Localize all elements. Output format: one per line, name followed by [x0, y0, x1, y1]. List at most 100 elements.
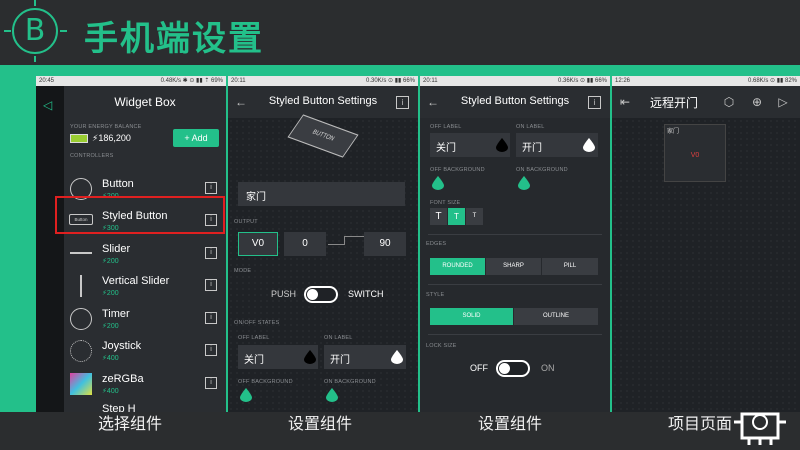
status-bar: 20:11 0.36K/s ⊙ ▮▮ 66% [420, 76, 610, 86]
app-bar: ← Styled Button Settings i [228, 86, 418, 118]
style-outline[interactable]: OUTLINE [514, 308, 598, 325]
font-size-small[interactable]: T [466, 208, 483, 225]
balance-value: 186,200 [98, 133, 131, 143]
info-icon[interactable]: i [205, 279, 217, 291]
styled-button-widget[interactable]: 家门 V0 [664, 124, 726, 182]
widget-name: Button [102, 178, 134, 190]
on-background-color-icon[interactable] [326, 388, 338, 402]
off-label-title: OFF LABEL [238, 335, 270, 341]
on-text-color-icon[interactable] [583, 138, 595, 152]
off-text-color-icon[interactable] [304, 350, 316, 364]
widget-slider[interactable]: Slider ⚡200 i [64, 239, 226, 271]
widget-price: ⚡200 [102, 258, 119, 265]
logo-tick [34, 0, 36, 6]
play-icon[interactable]: ▷ [776, 96, 790, 110]
widget-name: Slider [102, 243, 131, 255]
timer-icon [70, 308, 92, 330]
off-background-color-icon[interactable] [240, 388, 252, 402]
edges-rounded[interactable]: ROUNDED [430, 258, 485, 275]
on-label-title: ON LABEL [324, 335, 353, 341]
range-line [344, 236, 345, 245]
push-label: PUSH [271, 289, 297, 299]
status-indicators: 0.30K/s ⊙ ▮▮ 66% [366, 78, 415, 84]
toggle-knob [499, 363, 510, 374]
joystick-icon [70, 340, 92, 362]
style-solid[interactable]: SOLID [430, 308, 513, 325]
widget-timer[interactable]: Timer ⚡200 i [64, 304, 226, 336]
widget-label: 家门 [667, 129, 680, 135]
off-text-color-icon[interactable] [496, 138, 508, 152]
slide-header: B 手机端设置 [0, 0, 800, 62]
status-indicators: 0.48K/s ✱ ⊙ ▮▮ ⇡ 69% [160, 78, 223, 84]
back-icon[interactable]: ◁ [43, 98, 52, 112]
widget-zergba[interactable]: zeRGBa ⚡400 i [64, 369, 226, 401]
switch-label: SWITCH [348, 289, 384, 299]
logo-tick [34, 56, 36, 62]
caption-setup-1: 设置组件 [288, 414, 353, 433]
mode-toggle[interactable] [304, 286, 338, 303]
project-title: 远程开门 [650, 96, 699, 110]
output-low-input[interactable]: 0 [284, 232, 326, 256]
settings-gear-icon[interactable]: ⬡ [722, 96, 736, 110]
slider-icon [70, 252, 92, 254]
lock-on-label: ON [541, 363, 555, 373]
screen-title: Widget Box [114, 95, 176, 109]
app-bar: Widget Box [64, 86, 226, 118]
screen-title: Styled Button Settings [268, 95, 378, 107]
status-time: 20:11 [231, 78, 246, 84]
exit-icon[interactable]: ⇤ [618, 96, 632, 110]
info-icon[interactable]: i [205, 182, 217, 194]
info-icon[interactable]: i [205, 247, 217, 259]
screen-title: Styled Button Settings [460, 95, 570, 107]
off-background-color-icon[interactable] [432, 176, 444, 190]
info-icon[interactable]: i [205, 344, 217, 356]
logo-tick [4, 30, 11, 32]
widget-vertical-slider[interactable]: Vertical Slider ⚡200 i [64, 271, 226, 303]
section-divider [428, 334, 602, 335]
states-label: ON/OFF STATES [234, 320, 280, 326]
caption-select: 选择组件 [98, 414, 163, 433]
off-bg-label: OFF BACKGROUND [430, 167, 485, 173]
battery-icon [70, 134, 88, 143]
zergba-icon [70, 373, 92, 395]
button-preview: BUTTON [287, 114, 359, 158]
info-icon[interactable]: i [396, 96, 409, 109]
info-icon[interactable]: i [588, 96, 601, 109]
off-label-title: OFF LABEL [430, 124, 462, 130]
energy-label: YOUR ENERGY BALANCE [70, 124, 142, 130]
on-label-title: ON LABEL [516, 124, 545, 130]
font-size-label: FONT SIZE [430, 200, 461, 206]
info-icon[interactable]: i [205, 377, 217, 389]
pin-selector[interactable]: V0 [238, 232, 278, 256]
edges-sharp[interactable]: SHARP [486, 258, 541, 275]
section-divider [428, 284, 602, 285]
status-time: 20:45 [39, 78, 55, 84]
font-size-large[interactable]: T [430, 208, 447, 225]
widget-name: Timer [102, 308, 130, 320]
widget-price: ⚡400 [102, 388, 119, 395]
caption-setup-2: 设置组件 [478, 414, 543, 433]
info-icon[interactable]: i [205, 312, 217, 324]
phone-widget-box: 20:45 0.48K/s ✱ ⊙ ▮▮ ⇡ 69% ◁ Widget Box … [36, 76, 226, 412]
widget-joystick[interactable]: Joystick ⚡400 i [64, 336, 226, 368]
on-background-color-icon[interactable] [518, 176, 530, 190]
output-high-input[interactable]: 90 [364, 232, 406, 256]
on-text-color-icon[interactable] [391, 350, 403, 364]
widget-price: ⚡200 [102, 290, 119, 297]
add-energy-button[interactable]: + Add [173, 129, 219, 147]
add-widget-icon[interactable]: ⊕ [750, 96, 764, 110]
edges-pill[interactable]: PILL [542, 258, 598, 275]
font-size-medium[interactable]: T [448, 208, 465, 225]
range-line [344, 236, 364, 237]
widget-name-input[interactable]: 家门 [238, 182, 405, 206]
lock-size-toggle[interactable] [496, 360, 530, 377]
on-bg-label: ON BACKGROUND [516, 167, 568, 173]
app-bar: ← Styled Button Settings i [420, 86, 610, 118]
logo-letter: B [24, 13, 46, 48]
style-label: STYLE [426, 292, 445, 298]
widget-name: zeRGBa [102, 373, 144, 385]
output-label: OUTPUT [234, 219, 258, 225]
status-time: 12:26 [615, 78, 631, 84]
status-time: 20:11 [423, 78, 438, 84]
section-divider [428, 234, 602, 235]
